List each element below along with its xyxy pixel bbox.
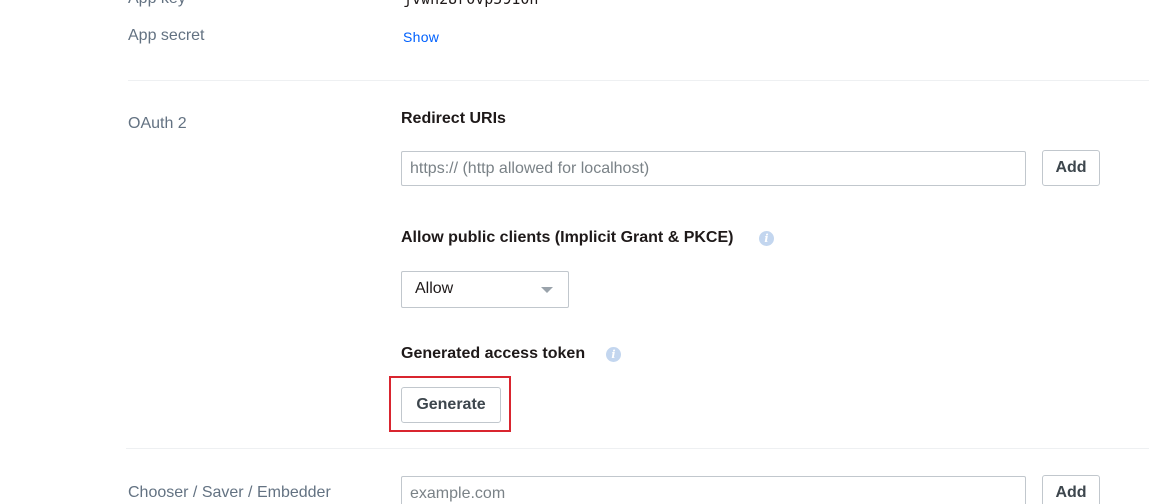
section-divider [126, 448, 1149, 449]
chevron-down-icon [541, 287, 553, 293]
public-clients-select[interactable]: Allow [401, 271, 569, 308]
show-secret-link[interactable]: Show [403, 29, 439, 45]
app-secret-label: App secret [128, 27, 205, 44]
add-domain-button[interactable]: Add [1042, 475, 1100, 504]
public-clients-selected-value: Allow [415, 280, 454, 297]
redirect-uri-input[interactable] [401, 151, 1026, 186]
chooser-section-label: Chooser / Saver / Embedder [128, 484, 331, 501]
app-key-value: jvwh28r0vp5910h [403, 0, 538, 8]
access-token-title: Generated access token [401, 345, 586, 362]
public-clients-title: Allow public clients (Implicit Grant & P… [401, 229, 734, 246]
chooser-domain-input[interactable] [401, 476, 1026, 504]
app-settings-page: App key jvwh28r0vp5910h App secret Show … [0, 0, 1149, 504]
redirect-uris-title: Redirect URIs [401, 110, 506, 127]
section-divider [128, 80, 1149, 81]
info-icon[interactable]: i [606, 347, 621, 362]
info-icon[interactable]: i [759, 231, 774, 246]
oauth2-section-label: OAuth 2 [128, 115, 187, 132]
app-key-label: App key [128, 0, 186, 8]
generate-token-button[interactable]: Generate [401, 387, 501, 423]
add-redirect-uri-button[interactable]: Add [1042, 150, 1100, 186]
